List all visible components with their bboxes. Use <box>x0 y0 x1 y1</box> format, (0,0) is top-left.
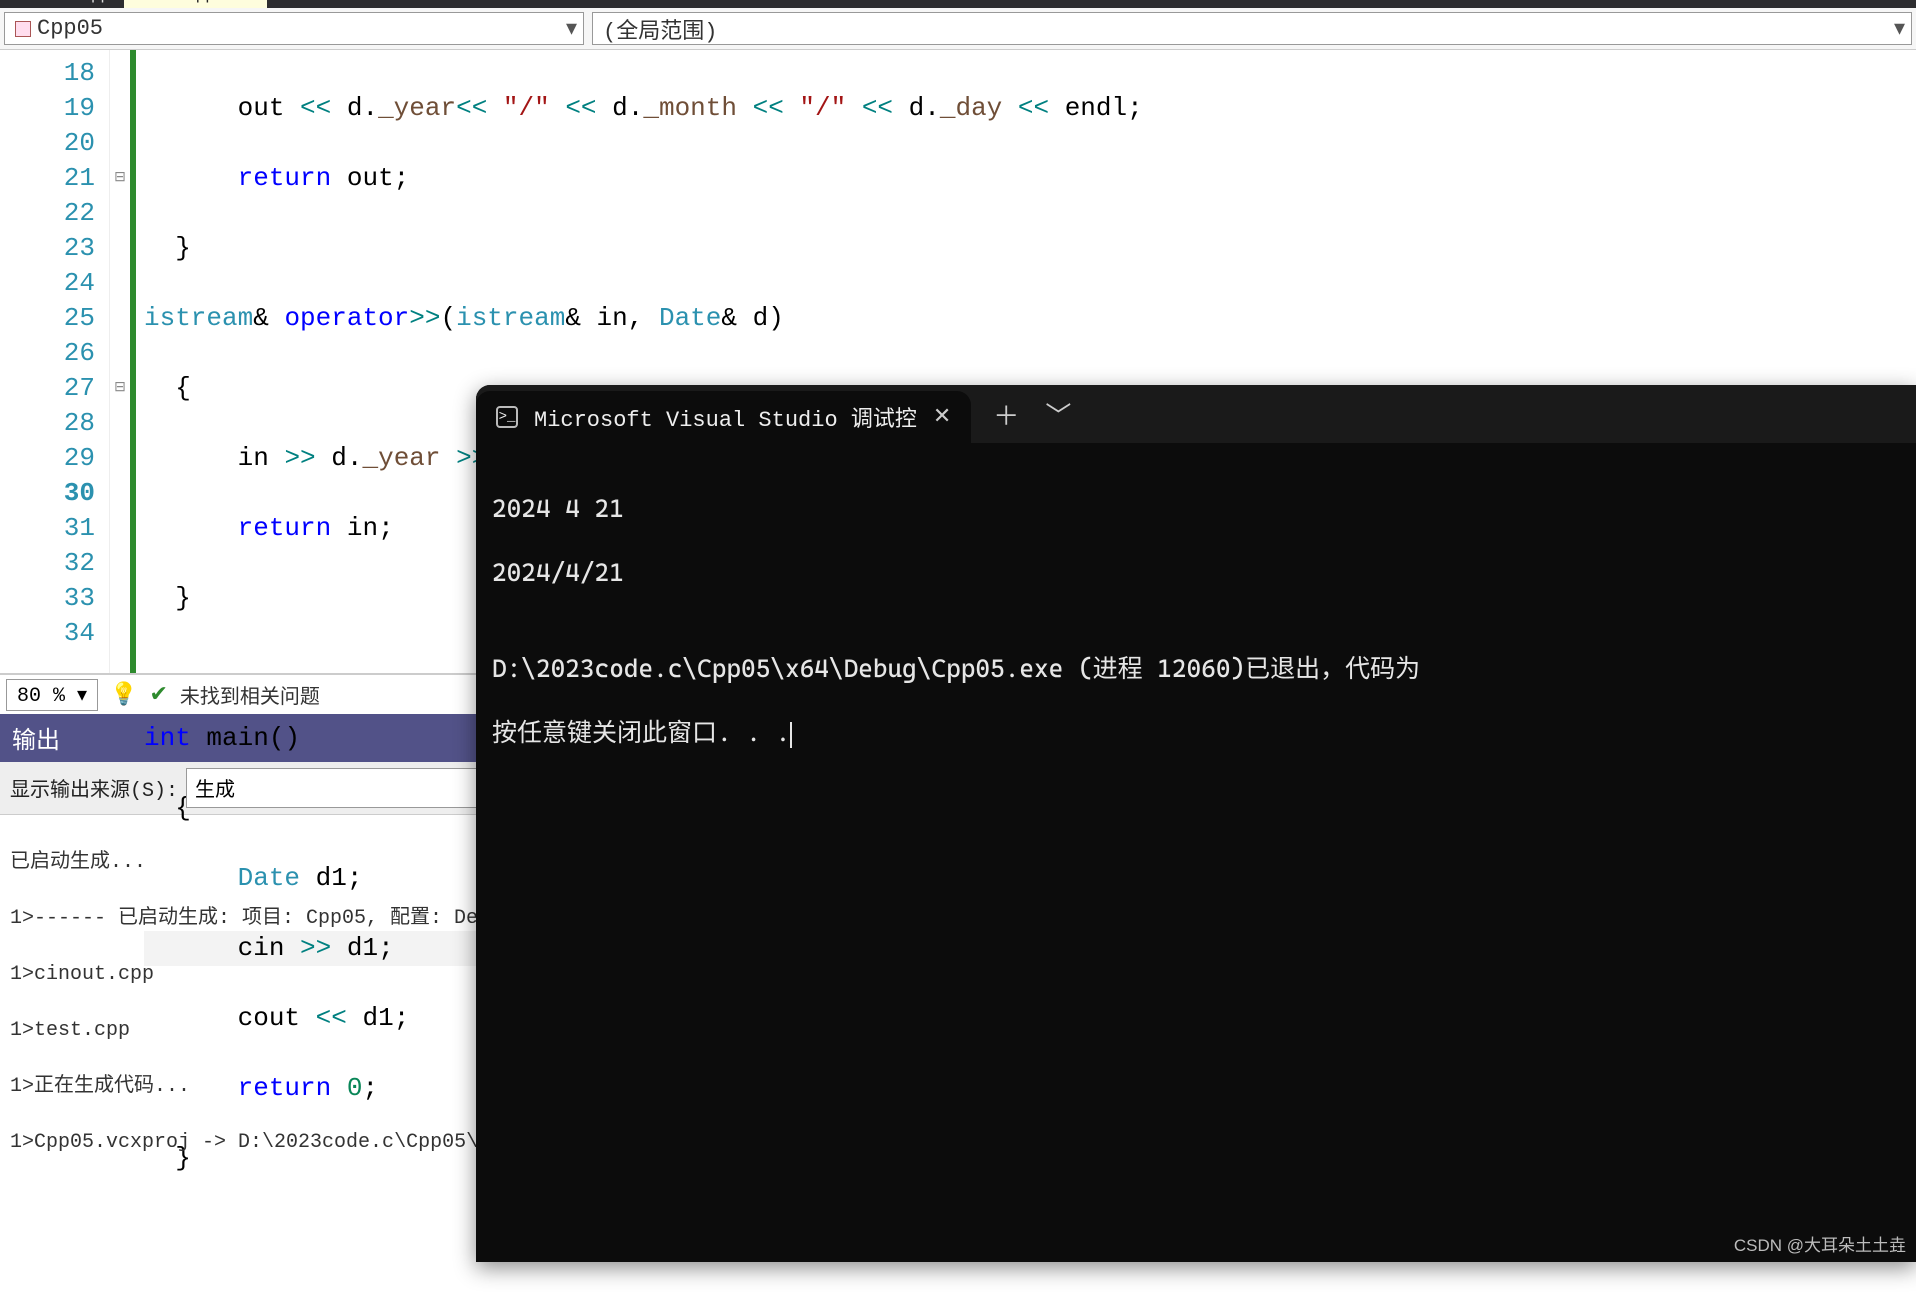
tab-label: test.cpp <box>138 0 215 4</box>
console-line: 2024/4/21 <box>492 557 1900 589</box>
tab-label: cinout.cpp <box>14 0 110 4</box>
output-source-label: 显示输出来源(S): <box>10 773 178 803</box>
console-line: 2024 4 21 <box>492 493 1900 525</box>
close-icon[interactable]: × <box>243 0 253 4</box>
code-line: out << d._year<< "/" << d._month << "/" … <box>144 91 1916 126</box>
output-source-dropdown[interactable]: 生成 <box>186 768 496 808</box>
scope-global-label: (全局范围) <box>603 13 717 45</box>
scope-project-dropdown[interactable]: Cpp05 ▾ <box>4 12 584 45</box>
zoom-dropdown[interactable]: 80 % ▾ <box>6 679 98 711</box>
console-titlebar[interactable]: >_ Microsoft Visual Studio 调试控 ✕ ＋ ﹀ <box>476 385 1916 443</box>
line-number-gutter: 18 19 20 21 22 23 24 25 26 27 28 29 30 3… <box>0 50 110 673</box>
console-body[interactable]: 2024 4 21 2024/4/21 D:\2023code.c\Cpp05\… <box>476 443 1916 831</box>
collapse-toggle-icon[interactable]: ⊟ <box>110 371 130 406</box>
console-tab[interactable]: >_ Microsoft Visual Studio 调试控 ✕ <box>476 391 971 443</box>
terminal-icon: >_ <box>496 406 518 428</box>
lightbulb-icon[interactable]: 💡 <box>110 682 137 708</box>
chevron-down-icon: ▾ <box>77 685 87 708</box>
tab-test[interactable]: test.cpp ⊓ × <box>124 0 267 8</box>
collapse-toggle-icon[interactable]: ⊟ <box>110 161 130 196</box>
scope-global-dropdown[interactable]: (全局范围) ▾ <box>592 12 1912 45</box>
navigation-bar: Cpp05 ▾ (全局范围) ▾ <box>0 8 1916 50</box>
watermark: CSDN @大耳朵土土垚 <box>1734 1231 1906 1256</box>
file-tabs: cinout.cpp test.cpp ⊓ × <box>0 0 1916 8</box>
check-icon: ✔ <box>149 682 167 708</box>
chevron-down-icon[interactable]: ﹀ <box>1045 396 1071 433</box>
chevron-down-icon: ▾ <box>566 16 577 42</box>
console-line: D:\2023code.c\Cpp05\x64\Debug\Cpp05.exe … <box>492 653 1900 685</box>
scope-project-label: Cpp05 <box>37 16 103 41</box>
console-title: Microsoft Visual Studio 调试控 <box>534 401 917 433</box>
code-line: } <box>144 231 1916 266</box>
pin-icon[interactable]: ⊓ <box>223 0 235 4</box>
outline-strip[interactable]: ⊟ ⊟ <box>110 50 130 673</box>
close-icon[interactable]: ✕ <box>933 404 951 430</box>
project-icon <box>15 21 31 37</box>
debug-console-window[interactable]: >_ Microsoft Visual Studio 调试控 ✕ ＋ ﹀ 202… <box>476 385 1916 1262</box>
console-actions: ＋ ﹀ <box>971 385 1093 443</box>
chevron-down-icon: ▾ <box>1894 16 1905 42</box>
tab-cinout[interactable]: cinout.cpp <box>0 0 124 8</box>
text-cursor <box>790 722 792 748</box>
console-line: 按任意键关闭此窗口. . . <box>492 717 1900 749</box>
lint-status-text: 未找到相关问题 <box>180 680 320 710</box>
code-line: istream& operator>>(istream& in, Date& d… <box>144 301 1916 336</box>
code-line: return out; <box>144 161 1916 196</box>
new-tab-button[interactable]: ＋ <box>993 396 1019 433</box>
